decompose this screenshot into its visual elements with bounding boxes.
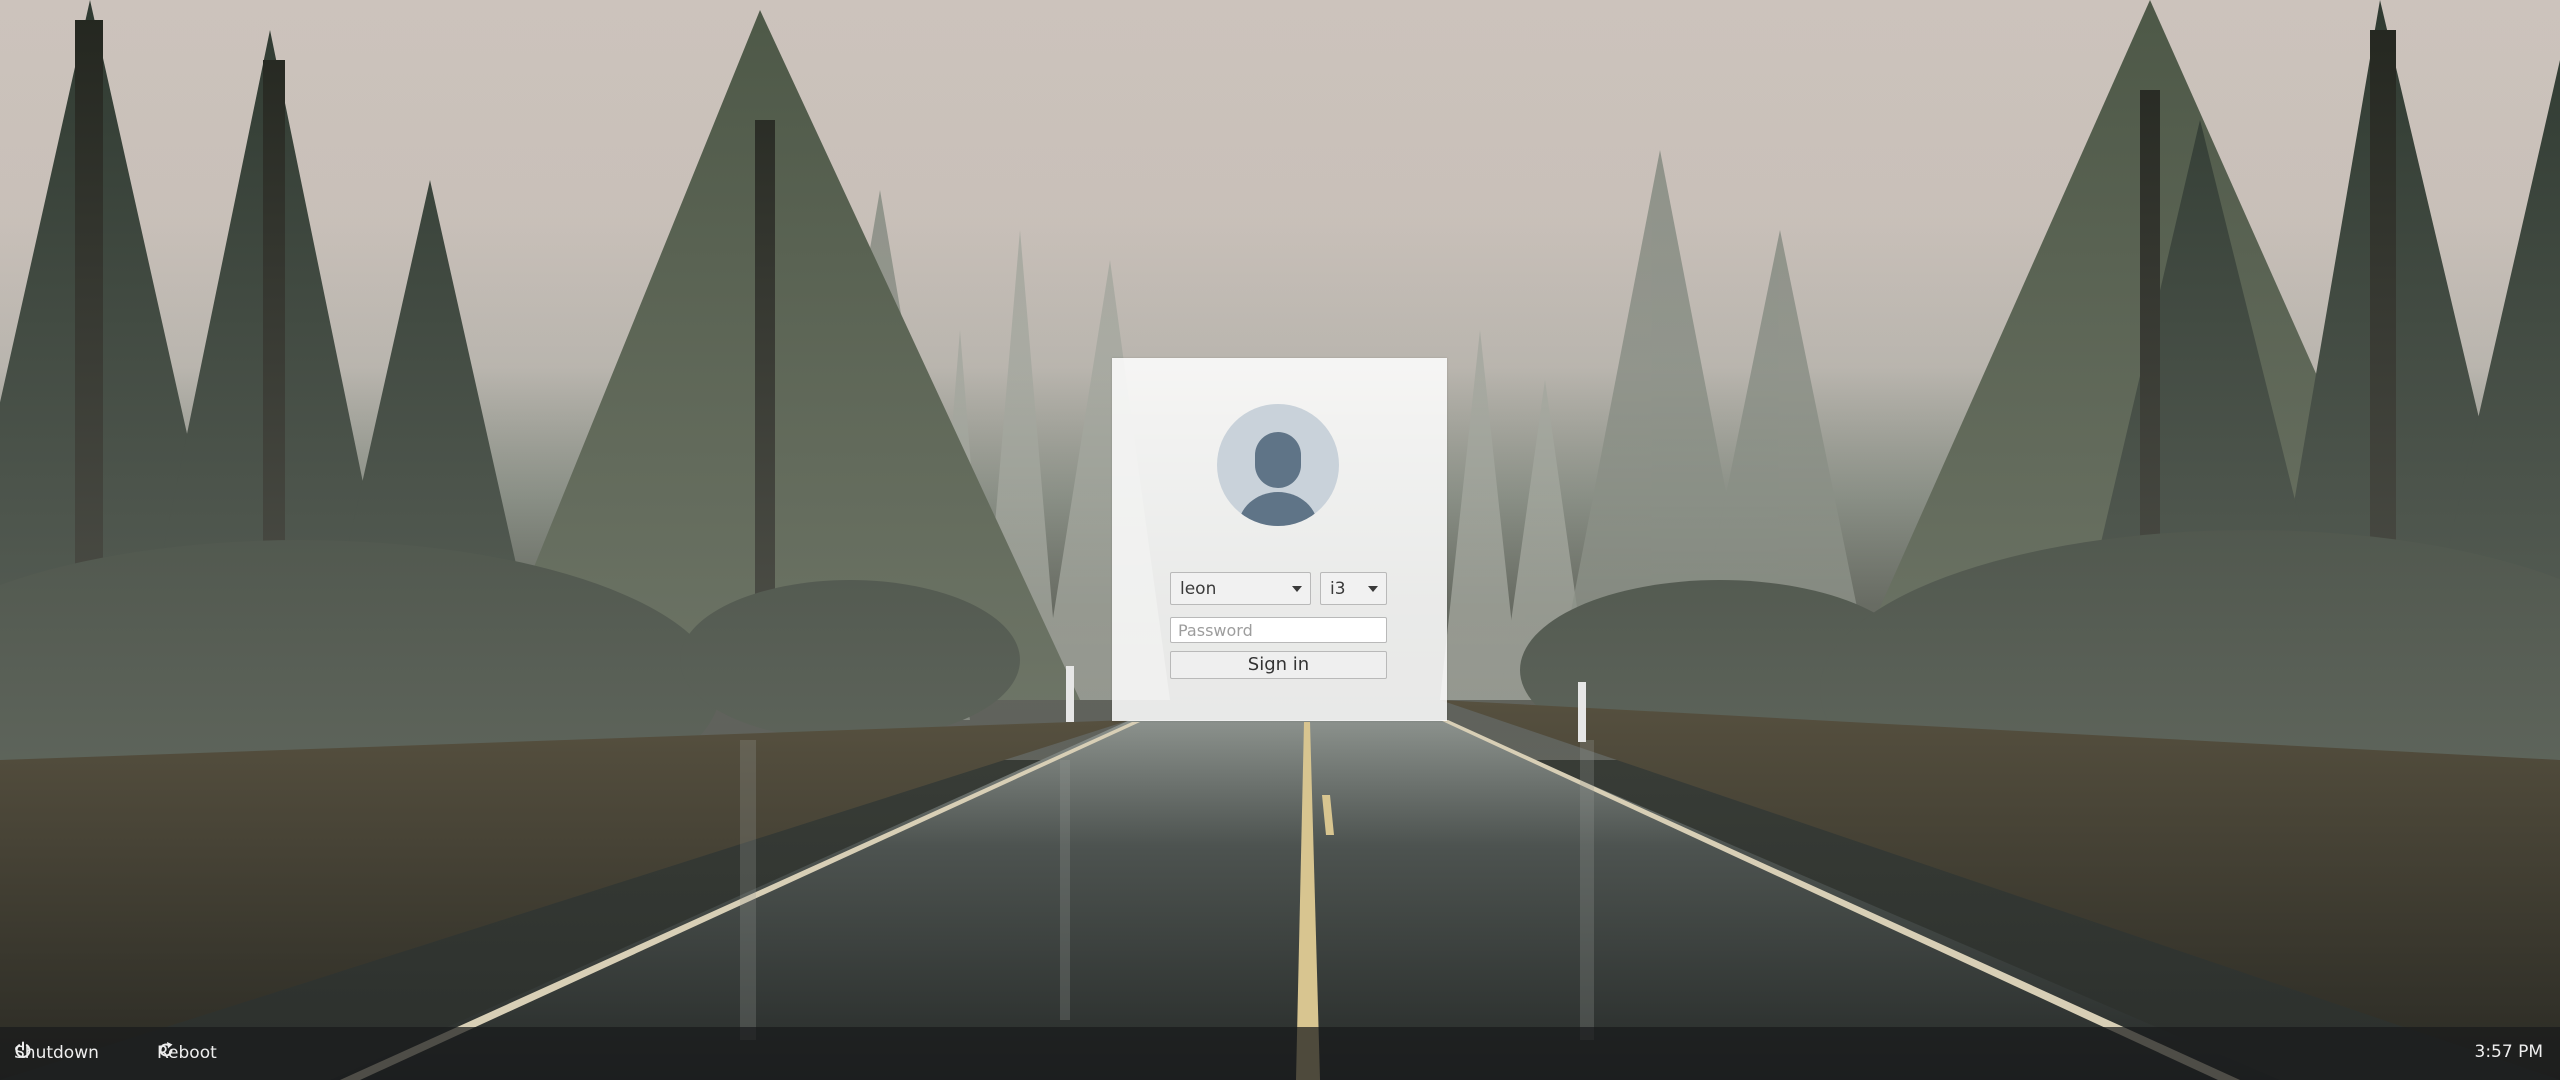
username-select[interactable]: leon [1170,572,1311,605]
chevron-down-icon [1292,586,1302,592]
session-select[interactable]: i3 [1320,572,1387,605]
session-value: i3 [1330,579,1346,599]
wallpaper: leon i3 Sign in Shutdown Reboot 3:57 PM [0,0,2560,1080]
user-silhouette-icon [1217,404,1339,526]
username-value: leon [1180,579,1217,599]
reboot-button[interactable]: Reboot [157,1041,217,1065]
password-input[interactable] [1170,617,1387,643]
refresh-icon [159,1042,173,1057]
user-avatar [1217,404,1339,526]
sign-in-button[interactable]: Sign in [1170,651,1387,679]
login-card: leon i3 Sign in [1112,358,1447,721]
shutdown-button[interactable]: Shutdown [14,1041,99,1065]
chevron-down-icon [1368,586,1378,592]
bottom-bar: Shutdown Reboot 3:57 PM [0,1027,2560,1080]
clock: 3:57 PM [2474,1042,2544,1062]
power-icon [15,1041,31,1058]
